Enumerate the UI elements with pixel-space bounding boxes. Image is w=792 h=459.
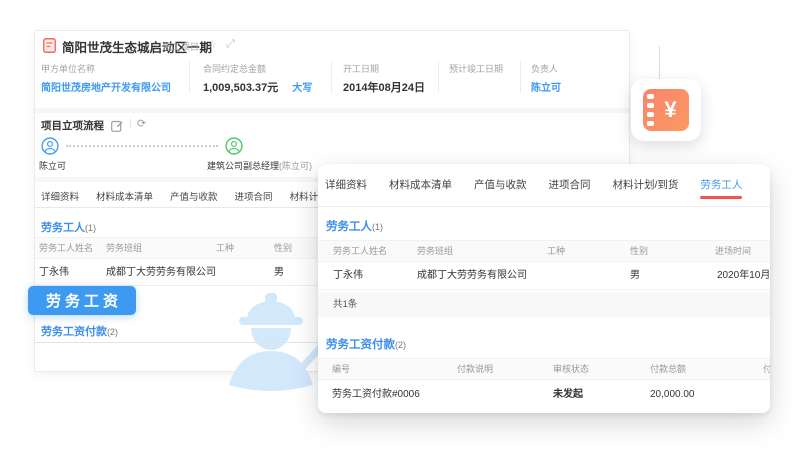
field-planned-finish-date: 预计竣工日期 <box>449 62 503 79</box>
edit-record-icon[interactable] <box>111 119 123 137</box>
yuan-feature-card: ¥ <box>631 79 701 141</box>
tab-labor-workers-active[interactable]: 劳务工人 <box>700 164 742 206</box>
process-step-role: 建筑公司副总经理(陈立可) <box>207 159 312 172</box>
field-contract-amount: 合同约定总金额 1,009,503.37元 大写 <box>203 62 312 95</box>
amount-in-words-link[interactable]: 大写 <box>292 83 312 94</box>
field-start-date: 开工日期 2014年08月24日 <box>343 62 425 95</box>
yuan-symbol: ¥ <box>664 97 676 123</box>
tab-details[interactable]: 详细资料 <box>325 164 367 206</box>
worker-gender: 男 <box>630 262 640 290</box>
labor-wage-badge: 劳务工资 <box>28 286 136 315</box>
col-payment-date: 付款日期 <box>763 359 770 379</box>
payments-section-title: 劳务工资付款(2) <box>326 336 406 352</box>
tab-material-plan[interactable]: 材料计划/到货 <box>613 164 679 206</box>
page: { "colors": { "primary_blue": "#3d9af0",… <box>0 0 792 459</box>
total-count-text: 共1条 <box>333 299 357 310</box>
manager-link[interactable]: 陈立可 <box>531 79 561 94</box>
process-step-avatar-green <box>225 137 243 160</box>
worker-name-link[interactable]: 丁永伟 <box>39 259 69 286</box>
workers-count: (1) <box>85 223 96 233</box>
process-step-name: 陈立可 <box>39 159 66 172</box>
col-worker-name: 劳务工人姓名 <box>39 238 93 258</box>
field-separator <box>331 61 332 93</box>
table-row: 劳务工资付款#0006 未发起 20,000.00 <box>318 380 770 410</box>
field-label: 开工日期 <box>343 62 425 75</box>
document-icon <box>43 38 56 58</box>
payments-table-header: 编号 付款说明 审核状态 付款总额 付款日期 <box>318 358 770 380</box>
tab-material-cost[interactable]: 材料成本清单 <box>96 189 153 203</box>
payments-section-title: 劳务工资付款(2) <box>41 323 118 339</box>
yuan-ledger-icon: ¥ <box>643 89 689 131</box>
tab-details[interactable]: 详细资料 <box>41 189 79 203</box>
col-payment-desc: 付款说明 <box>457 359 493 379</box>
field-label: 预计竣工日期 <box>449 62 503 75</box>
payments-count: (2) <box>107 327 118 337</box>
col-worker-type: 工种 <box>547 241 565 261</box>
payment-status: 未发起 <box>553 380 583 410</box>
connector-line <box>659 46 660 81</box>
field-label: 合同约定总金额 <box>203 62 312 75</box>
owner-company-link[interactable]: 简阳世茂房地产开发有限公司 <box>41 79 171 94</box>
worker-name-link[interactable]: 丁永伟 <box>333 262 363 290</box>
back-tab-bar: 详细资料 材料成本清单 产值与收款 进项合同 材料计划/到货 <box>41 189 349 203</box>
refresh-icon[interactable]: ⟳ <box>137 117 146 130</box>
worker-team-link[interactable]: 成都丁大劳劳务有限公司 <box>106 259 216 286</box>
labor-worker-panel: 详细资料 材料成本清单 产值与收款 进项合同 材料计划/到货 劳务工人 劳务工人… <box>318 164 770 413</box>
field-label: 负责人 <box>531 62 561 75</box>
col-review-status: 审核状态 <box>553 359 589 379</box>
col-entry-date: 进场时间 <box>715 241 751 261</box>
tab-incoming-contracts[interactable]: 进项合同 <box>549 164 591 206</box>
table-row: 丁永伟 成都丁大劳劳务有限公司 男 2020年10月 <box>318 262 770 290</box>
payments-count: (2) <box>395 340 406 350</box>
contract-amount-value: 1,009,503.37元 <box>203 82 278 94</box>
process-dotted-line <box>66 145 218 147</box>
process-step-avatar-blue <box>41 137 59 160</box>
worker-team-link[interactable]: 成都丁大劳劳务有限公司 <box>417 262 527 290</box>
col-worker-team: 劳务班组 <box>417 241 453 261</box>
col-worker-type: 工种 <box>216 238 234 258</box>
start-date-value: 2014年08月24日 <box>343 79 425 95</box>
col-payment-id: 编号 <box>332 359 350 379</box>
project-type-label: 施工项目 <box>163 40 199 53</box>
expand-icon[interactable]: ⤢ <box>226 38 235 51</box>
tab-incoming-contracts[interactable]: 进项合同 <box>235 189 273 203</box>
field-separator <box>520 61 521 93</box>
tab-output-receipts[interactable]: 产值与收款 <box>170 189 218 203</box>
worker-entry-date: 2020年10月 <box>717 262 770 290</box>
field-manager: 负责人 陈立可 <box>531 62 561 94</box>
payment-amount: 20,000.00 <box>650 380 695 410</box>
col-worker-team: 劳务班组 <box>106 238 142 258</box>
col-worker-gender: 性别 <box>630 241 648 261</box>
worker-gender: 男 <box>274 259 284 286</box>
field-owner: 甲方单位名称 简阳世茂房地产开发有限公司 <box>41 62 171 94</box>
icon-divider: | <box>129 118 132 129</box>
col-payment-total: 付款总额 <box>650 359 686 379</box>
field-separator <box>438 61 439 93</box>
table-footer: 共1条 <box>318 292 770 317</box>
star-icon[interactable]: ☆ <box>207 38 217 51</box>
section-band <box>35 108 629 113</box>
field-label: 甲方单位名称 <box>41 62 171 75</box>
field-separator <box>189 61 190 93</box>
tab-divider <box>318 206 770 207</box>
workers-section-title: 劳务工人(1) <box>41 219 96 235</box>
col-worker-name: 劳务工人姓名 <box>333 241 387 261</box>
tab-output-receipts[interactable]: 产值与收款 <box>474 164 527 206</box>
workers-count: (1) <box>372 222 383 232</box>
front-tab-bar: 详细资料 材料成本清单 产值与收款 进项合同 材料计划/到货 劳务工人 <box>325 164 742 206</box>
workers-table-header: 劳务工人姓名 劳务班组 工种 性别 进场时间 <box>318 240 770 262</box>
process-title: 项目立项流程 <box>41 118 104 133</box>
workers-section-title: 劳务工人(1) <box>326 218 383 234</box>
payment-id-link[interactable]: 劳务工资付款#0006 <box>332 380 420 410</box>
ledger-binding <box>647 94 654 126</box>
process-step-person: (陈立可) <box>279 161 312 171</box>
col-worker-gender: 性别 <box>274 238 292 258</box>
tab-material-cost[interactable]: 材料成本清单 <box>389 164 452 206</box>
